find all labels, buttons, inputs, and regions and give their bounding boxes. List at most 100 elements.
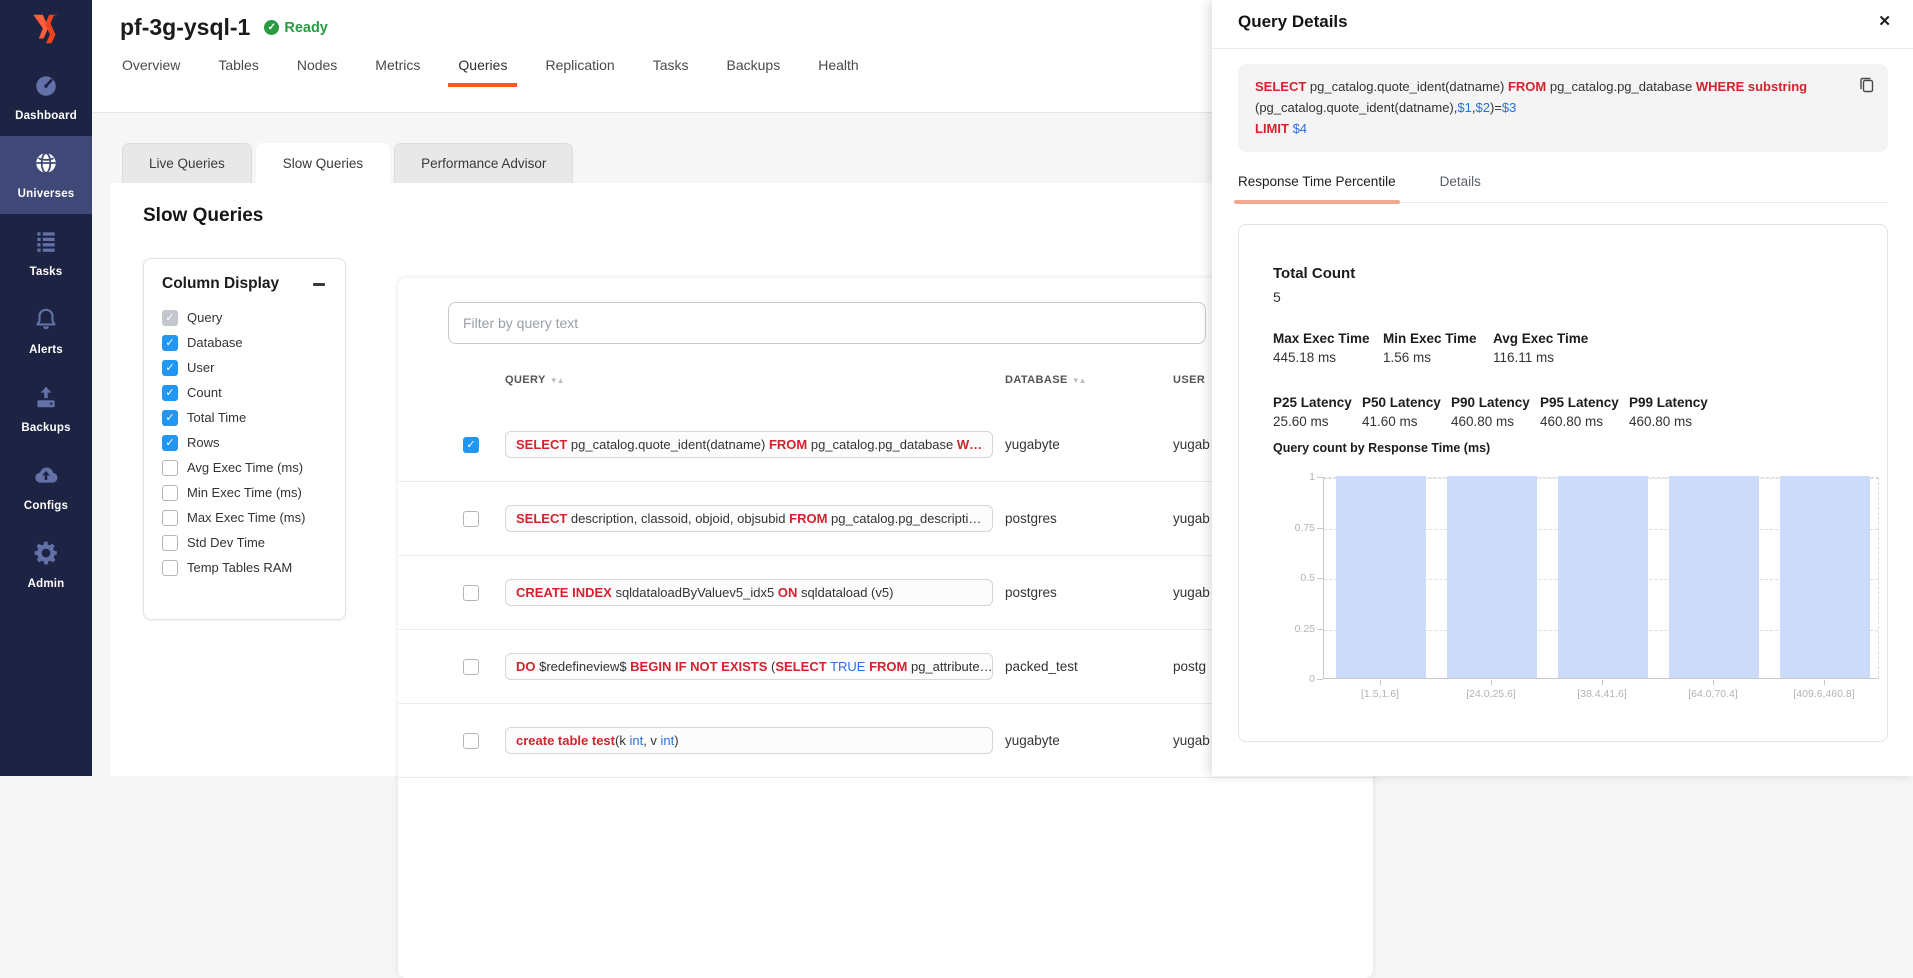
x-axis-tick (1491, 680, 1492, 685)
stat-value: 460.80 ms (1451, 414, 1540, 429)
sql-text: pg_attribute… (907, 659, 992, 674)
checkbox-min-exec-time-ms-[interactable] (162, 485, 178, 501)
x-axis-tick-label: [1.5,1.6] (1320, 688, 1440, 700)
tab-tasks[interactable]: Tasks (653, 57, 689, 87)
sql-keyword: W… (957, 437, 982, 452)
status-label: Ready (284, 20, 328, 36)
x-axis-tick-label: [64.0,70.4] (1653, 688, 1773, 700)
checkbox-temp-tables-ram[interactable] (162, 560, 178, 576)
total-count-value: 5 (1273, 289, 1281, 305)
column-option: Avg Exec Time (ms) (162, 455, 327, 480)
y-axis-tick-label: 0.5 (1271, 572, 1315, 584)
query-text-pill[interactable]: SELECT pg_catalog.quote_ident(datname) F… (505, 431, 993, 458)
query-text-pill[interactable]: create table test(k int, v int) (505, 727, 993, 754)
sidebar-item-label: Alerts (29, 344, 63, 356)
y-axis-tick (1317, 679, 1323, 680)
x-axis-tick (1713, 680, 1714, 685)
sidebar-nav: Dashboard Universes Tasks Alerts BackupsConf… (0, 58, 92, 604)
sql-param: $4 (1293, 121, 1307, 136)
row-checkbox[interactable]: ✓ (463, 437, 479, 453)
sidebar-item-tasks[interactable]: Tasks (0, 214, 92, 292)
query-filter-input[interactable] (448, 302, 1206, 344)
column-option-label: Temp Tables RAM (187, 560, 292, 575)
query-text-pill[interactable]: DO $redefineview$ BEGIN IF NOT EXISTS (S… (505, 653, 993, 680)
sql-line: SELECT pg_catalog.quote_ident(datname) F… (1255, 76, 1848, 97)
sidebar-item-label: Universes (18, 188, 75, 200)
column-option: ✓Database (162, 330, 327, 355)
checkbox-max-exec-time-ms-[interactable] (162, 510, 178, 526)
sidebar-item-universes[interactable]: Universes (0, 136, 92, 214)
column-options-list: ✓Query✓Database✓User✓Count✓Total Time✓Ro… (162, 305, 327, 580)
sql-text: pg_catalog.quote_ident(datname) (1306, 79, 1508, 94)
row-checkbox-cell (463, 733, 505, 749)
checkbox-database[interactable]: ✓ (162, 335, 178, 351)
tab-tables[interactable]: Tables (218, 57, 258, 87)
histogram-bar (1336, 476, 1426, 678)
tab-health[interactable]: Health (818, 57, 858, 87)
collapse-minus-icon[interactable] (311, 276, 327, 292)
detail-tab-response-time-percentile[interactable]: Response Time Percentile (1238, 170, 1396, 202)
tab-replication[interactable]: Replication (545, 57, 614, 87)
column-option: Max Exec Time (ms) (162, 505, 327, 530)
detail-tab-details[interactable]: Details (1440, 170, 1481, 202)
yugabyte-logo-icon[interactable] (0, 0, 92, 58)
checkbox-avg-exec-time-ms-[interactable] (162, 460, 178, 476)
query-cell: SELECT pg_catalog.quote_ident(datname) F… (505, 431, 1005, 458)
subtab-live-queries[interactable]: Live Queries (122, 143, 252, 183)
checkbox-std-dev-time[interactable] (162, 535, 178, 551)
sidebar-item-label: Tasks (30, 266, 63, 278)
checkbox-query: ✓ (162, 310, 178, 326)
row-checkbox[interactable] (463, 659, 479, 675)
y-axis-tick-label: 0.75 (1271, 522, 1315, 534)
dashboard-icon (33, 72, 59, 103)
tab-overview[interactable]: Overview (122, 57, 180, 87)
row-checkbox[interactable] (463, 733, 479, 749)
sql-text: $redefineview$ (536, 659, 631, 674)
sql-keyword: ON (778, 585, 798, 600)
checkbox-total-time[interactable]: ✓ (162, 410, 178, 426)
histogram-bar (1780, 476, 1870, 678)
tab-backups[interactable]: Backups (727, 57, 781, 87)
subtab-performance-advisor[interactable]: Performance Advisor (394, 143, 573, 183)
sidebar-item-admin[interactable]: Admin (0, 526, 92, 604)
sidebar-item-backups[interactable]: Backups (0, 370, 92, 448)
sidebar-item-dashboard[interactable]: Dashboard (0, 58, 92, 136)
tab-queries[interactable]: Queries (458, 57, 507, 87)
close-icon[interactable]: ✕ (1878, 12, 1891, 30)
sort-arrows-icon[interactable]: ▼▲ (1072, 376, 1086, 385)
stat-label: Max Exec Time (1273, 331, 1383, 346)
page-title: Slow Queries (143, 205, 263, 227)
column-header-label: DATABASE (1005, 374, 1068, 386)
percentile-stats-card: Total Count 5 Max Exec Time445.18 msMin … (1238, 224, 1888, 742)
sql-keyword: FROM (789, 511, 827, 526)
stat-value: 116.11 ms (1493, 350, 1603, 365)
check-circle-icon: ✓ (264, 20, 279, 35)
column-option: ✓Query (162, 305, 327, 330)
sql-keyword: LIMIT (1255, 121, 1289, 136)
query-text-pill[interactable]: SELECT description, classoid, objoid, ob… (505, 505, 993, 532)
sql-line: (pg_catalog.quote_ident(datname),$1,$2)=… (1255, 97, 1848, 118)
subtab-slow-queries[interactable]: Slow Queries (256, 143, 390, 183)
sql-keyword: create table test (516, 733, 615, 748)
sql-text: (pg_catalog.quote_ident(datname), (1255, 100, 1457, 115)
checkbox-count[interactable]: ✓ (162, 385, 178, 401)
admin-icon (33, 540, 59, 571)
row-checkbox[interactable] (463, 585, 479, 601)
tab-metrics[interactable]: Metrics (375, 57, 420, 87)
query-text-pill[interactable]: CREATE INDEX sqldataloadByValuev5_idx5 O… (505, 579, 993, 606)
sidebar-item-alerts[interactable]: Alerts (0, 292, 92, 370)
sidebar-item-configs[interactable]: Configs (0, 448, 92, 526)
sort-arrows-icon[interactable]: ▼▲ (550, 376, 564, 385)
checkbox-user[interactable]: ✓ (162, 360, 178, 376)
copy-icon[interactable] (1858, 75, 1876, 93)
checkbox-rows[interactable]: ✓ (162, 435, 178, 451)
stat-label: P50 Latency (1362, 395, 1451, 410)
stat-value: 460.80 ms (1540, 414, 1629, 429)
query-cell: DO $redefineview$ BEGIN IF NOT EXISTS (S… (505, 653, 1005, 680)
column-display-title: Column Display (162, 275, 279, 293)
sql-keyword: DO (516, 659, 536, 674)
y-axis-tick (1317, 629, 1323, 630)
row-checkbox[interactable] (463, 511, 479, 527)
sql-keyword: SELECT (1255, 79, 1306, 94)
tab-nodes[interactable]: Nodes (297, 57, 337, 87)
